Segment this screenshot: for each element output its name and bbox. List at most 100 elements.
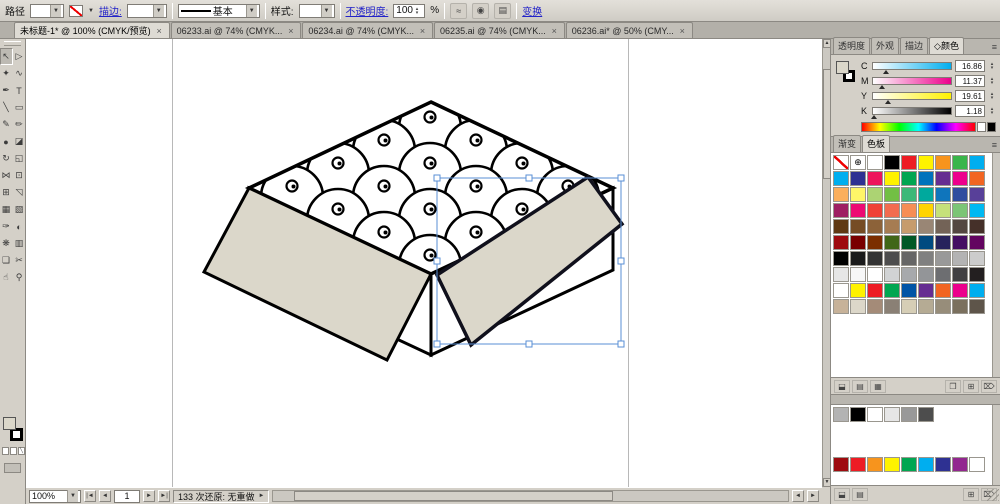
swatch[interactable] (918, 203, 934, 218)
new-color-group-icon[interactable]: ❒ (945, 380, 961, 393)
tool-slice[interactable]: ✂ (13, 252, 26, 269)
recolor-artwork-icon[interactable]: ◉ (472, 3, 489, 19)
swatch[interactable] (867, 267, 883, 282)
swatch[interactable] (901, 203, 917, 218)
slider-marker-icon[interactable] (883, 67, 889, 74)
channel-value[interactable]: 16.86 (955, 60, 985, 72)
swatch[interactable] (952, 203, 968, 218)
tool-paintbrush[interactable]: ✎ (0, 116, 13, 133)
tool-pencil[interactable]: ✏ (13, 116, 26, 133)
swatch[interactable] (935, 235, 951, 250)
swatch[interactable] (867, 283, 883, 298)
fill-indicator[interactable] (3, 417, 16, 430)
libraries-icon[interactable]: ⬓ (834, 488, 850, 501)
status-popup-icon[interactable]: ► (259, 493, 265, 499)
slider-marker-icon[interactable] (885, 97, 891, 104)
screen-mode-button[interactable] (4, 463, 21, 473)
swatch[interactable] (884, 235, 900, 250)
delete-swatch-icon[interactable]: ⌦ (981, 380, 997, 393)
swatch[interactable] (935, 155, 951, 170)
swatch[interactable] (884, 407, 900, 422)
tool-eraser[interactable]: ◪ (13, 133, 26, 150)
swatch[interactable] (850, 203, 866, 218)
swatch[interactable] (918, 235, 934, 250)
swatch[interactable] (969, 203, 985, 218)
swatch[interactable] (969, 155, 985, 170)
swatch[interactable] (952, 457, 968, 472)
slider-marker-icon[interactable] (879, 82, 885, 89)
channel-value[interactable]: 11.37 (955, 75, 985, 87)
document-tab[interactable]: 06236.ai* @ 50% (CMY...× (566, 22, 693, 38)
swatch[interactable] (850, 267, 866, 282)
panel-menu-icon[interactable]: ≡ (992, 42, 997, 52)
prev-artboard-button[interactable]: ◄ (99, 490, 111, 502)
brush-definition-combo[interactable]: 基本 ▼ (178, 4, 260, 18)
swatch[interactable] (901, 267, 917, 282)
swatch[interactable] (867, 407, 883, 422)
tool-selection[interactable]: ↖ (0, 48, 13, 65)
channel-value[interactable]: 1.18 (955, 105, 985, 117)
resize-grip[interactable] (987, 489, 999, 501)
swatch[interactable] (935, 267, 951, 282)
tab-close-icon[interactable]: × (286, 26, 295, 36)
tab-close-icon[interactable]: × (550, 26, 559, 36)
swatch[interactable] (952, 235, 968, 250)
swatch[interactable] (833, 283, 849, 298)
swatch[interactable] (918, 251, 934, 266)
panel-menu-icon[interactable]: ≡ (992, 140, 997, 150)
swatch[interactable] (918, 267, 934, 282)
channel-slider[interactable] (872, 107, 952, 115)
tool-free-transform[interactable]: ⊡ (13, 167, 26, 184)
tool-eyedropper[interactable]: ✑ (0, 218, 13, 235)
chevron-down-icon[interactable]: ▼ (321, 5, 332, 17)
tab-close-icon[interactable]: × (155, 26, 164, 36)
swatch[interactable] (952, 251, 968, 266)
swatch[interactable] (833, 457, 849, 472)
swatch[interactable] (833, 219, 849, 234)
swatch[interactable] (884, 283, 900, 298)
swatch[interactable] (935, 171, 951, 186)
document-tab[interactable]: 06233.ai @ 74% (CMYK...× (171, 22, 302, 38)
swatch[interactable] (833, 171, 849, 186)
swatch[interactable] (867, 457, 883, 472)
swatch[interactable] (935, 203, 951, 218)
channel-slider[interactable] (872, 92, 952, 100)
opacity-input[interactable]: 100 ▴▾ (393, 4, 425, 18)
swatch[interactable] (867, 171, 883, 186)
panel-tab[interactable]: 色板 (862, 135, 890, 152)
swatch[interactable] (969, 457, 985, 472)
swatch[interactable] (952, 283, 968, 298)
panel-tab[interactable]: ◇颜色 (929, 37, 964, 54)
swatch[interactable] (884, 203, 900, 218)
select-similar-icon[interactable]: ≈ (450, 3, 467, 19)
swatch[interactable] (850, 457, 866, 472)
tool-rectangle[interactable]: ▭ (13, 99, 26, 116)
tool-scale[interactable]: ◱ (13, 150, 26, 167)
stroke-weight-combo[interactable]: ▼ (127, 4, 167, 18)
swatch[interactable] (867, 251, 883, 266)
swatch[interactable] (969, 267, 985, 282)
opacity-link[interactable]: 不透明度: (346, 3, 389, 18)
swatch[interactable] (952, 171, 968, 186)
swatch[interactable] (850, 187, 866, 202)
swatch[interactable] (867, 235, 883, 250)
tool-blob-brush[interactable]: ● (0, 133, 13, 150)
tab-close-icon[interactable]: × (418, 26, 427, 36)
document-tab[interactable]: 06234.ai @ 74% (CMYK...× (302, 22, 433, 38)
swatch[interactable] (935, 219, 951, 234)
scroll-right-icon[interactable]: ► (807, 490, 819, 502)
swatch[interactable] (884, 171, 900, 186)
chevron-down-icon[interactable]: ▼ (246, 5, 257, 17)
white-swatch[interactable] (977, 122, 986, 132)
swatch[interactable] (952, 187, 968, 202)
channel-slider[interactable] (872, 62, 952, 70)
tool-lasso[interactable]: ∿ (13, 65, 26, 82)
swatch[interactable] (833, 235, 849, 250)
tool-hand[interactable]: ☝ (0, 269, 13, 286)
tool-symbol-sprayer[interactable]: ❋ (0, 235, 13, 252)
fill-color-well[interactable]: ▼ (30, 4, 64, 18)
swatch[interactable] (901, 457, 917, 472)
tool-shape-builder[interactable]: ⊞ (0, 184, 13, 201)
swatch[interactable] (952, 219, 968, 234)
swatch[interactable] (969, 283, 985, 298)
